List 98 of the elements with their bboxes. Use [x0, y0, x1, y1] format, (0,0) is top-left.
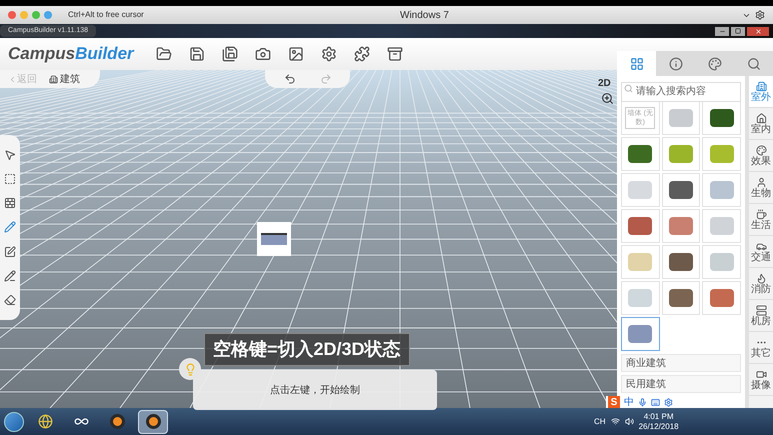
palette-icon: [756, 144, 766, 156]
model-preview-icon: [628, 181, 652, 199]
category-row[interactable]: 商业建筑: [621, 354, 741, 372]
folder-icon[interactable]: [156, 46, 172, 62]
category-tab[interactable]: 摄像: [749, 364, 773, 396]
ime-mode[interactable]: 中: [624, 394, 634, 410]
model-preview-icon: [668, 253, 693, 271]
close-icon: [754, 28, 762, 34]
close-button[interactable]: [747, 26, 769, 36]
grid-icon: [630, 56, 644, 70]
model-preview-icon: [668, 109, 693, 127]
settings-icon[interactable]: [755, 10, 765, 20]
network-icon[interactable]: [610, 417, 620, 426]
category-tab[interactable]: 生物: [749, 172, 773, 204]
logo-text: Campus: [8, 43, 76, 66]
model-preview-icon: [628, 217, 652, 235]
model-preview-icon: [628, 145, 652, 163]
model-preview-icon: [628, 289, 652, 307]
head-icon: [756, 176, 766, 188]
model-preview-icon: [710, 181, 734, 199]
model-preview-icon: [710, 145, 734, 163]
panel-tab[interactable]: [734, 51, 773, 76]
chevron-left-icon: [8, 74, 17, 84]
maximize-icon: [735, 28, 741, 34]
microphone-icon[interactable]: [638, 398, 647, 406]
category-tab[interactable]: 其它: [749, 332, 773, 364]
pointer-icon[interactable]: [4, 149, 16, 162]
model-preview-icon: [710, 289, 734, 307]
search-icon: [624, 84, 633, 93]
palette-icon: [708, 56, 722, 70]
camera-icon[interactable]: [254, 46, 271, 62]
panel-tab[interactable]: [656, 51, 695, 76]
edit-icon[interactable]: [4, 246, 16, 258]
start-button[interactable]: [4, 412, 24, 432]
settings-icon[interactable]: [664, 398, 673, 406]
panel-tab[interactable]: [617, 51, 656, 76]
cup-icon: [756, 208, 766, 220]
category-tab[interactable]: 生活: [749, 204, 773, 236]
lightbulb-icon: [184, 362, 196, 376]
flame-icon: [756, 272, 766, 284]
clock-time: 4:01 PM: [644, 412, 674, 422]
model-preview-icon: [668, 181, 693, 199]
search-icon: [746, 56, 760, 70]
model-preview-icon: [668, 145, 693, 163]
tip-text: 点击左键，开始绘制: [270, 384, 360, 398]
taskbar-button[interactable]: [138, 410, 168, 434]
view-mode-label[interactable]: 2D: [598, 76, 611, 91]
app-icon: [146, 414, 160, 429]
brick-wall-icon[interactable]: [4, 197, 16, 210]
eraser-icon[interactable]: [4, 294, 16, 306]
save-icon[interactable]: [188, 46, 205, 62]
puzzle-icon[interactable]: [354, 46, 370, 62]
ime-logo: S: [608, 396, 620, 408]
wall-model-thumbnail[interactable]: [257, 222, 291, 256]
logo-text-accent: Builder: [75, 43, 134, 66]
pencil-line-icon[interactable]: [4, 270, 16, 282]
keyboard-icon[interactable]: [651, 398, 660, 406]
undo-icon[interactable]: [284, 73, 296, 85]
minimize-button[interactable]: [715, 26, 729, 36]
building-icon: [49, 74, 58, 84]
info-icon: [668, 56, 682, 70]
camera-icon: [756, 368, 766, 380]
language-indicator[interactable]: CH: [594, 416, 606, 428]
category-row[interactable]: 民用建筑: [621, 375, 741, 393]
settings-icon[interactable]: [320, 46, 337, 62]
image-icon[interactable]: [288, 46, 304, 62]
maximize-button[interactable]: [731, 26, 745, 36]
cursor-hint: Ctrl+Alt to free cursor: [68, 9, 144, 21]
caption-overlay: 空格键=切入2D/3D状态: [204, 333, 410, 366]
house-icon: [756, 112, 766, 124]
category-tab[interactable]: 消防: [749, 268, 773, 300]
model-preview-icon: [628, 253, 652, 271]
breadcrumb-current: 建筑: [60, 72, 80, 86]
model-preview-icon: [668, 289, 693, 307]
category-tab[interactable]: 室外: [749, 76, 773, 108]
category-tab[interactable]: 室内: [749, 108, 773, 140]
save-as-icon[interactable]: [222, 46, 238, 62]
model-preview-icon: [710, 109, 734, 127]
selection-icon[interactable]: [4, 173, 16, 186]
zoom-icon[interactable]: [601, 92, 614, 105]
category-tab[interactable]: 机房: [749, 300, 773, 332]
model-thumbnail[interactable]: [621, 317, 660, 351]
window-title: Windows 7: [400, 8, 449, 22]
model-preview-icon: [628, 325, 652, 343]
model-preview-icon: [710, 217, 734, 235]
building-icon: [756, 80, 766, 92]
pencil-icon[interactable]: [4, 221, 16, 234]
category-tab[interactable]: 交通: [749, 236, 773, 268]
globe-icon: [38, 414, 52, 429]
search-field[interactable]: 请输入搜索内容: [621, 82, 741, 102]
model-preview-icon: [668, 217, 693, 235]
model-preview-icon: [710, 253, 734, 271]
clock-date: 26/12/2018: [638, 422, 679, 432]
server-icon: [756, 304, 766, 316]
app-icon: [110, 414, 124, 429]
archive-icon[interactable]: [386, 46, 403, 62]
category-tab[interactable]: 效果: [749, 140, 773, 172]
speaker-icon[interactable]: [624, 417, 634, 426]
